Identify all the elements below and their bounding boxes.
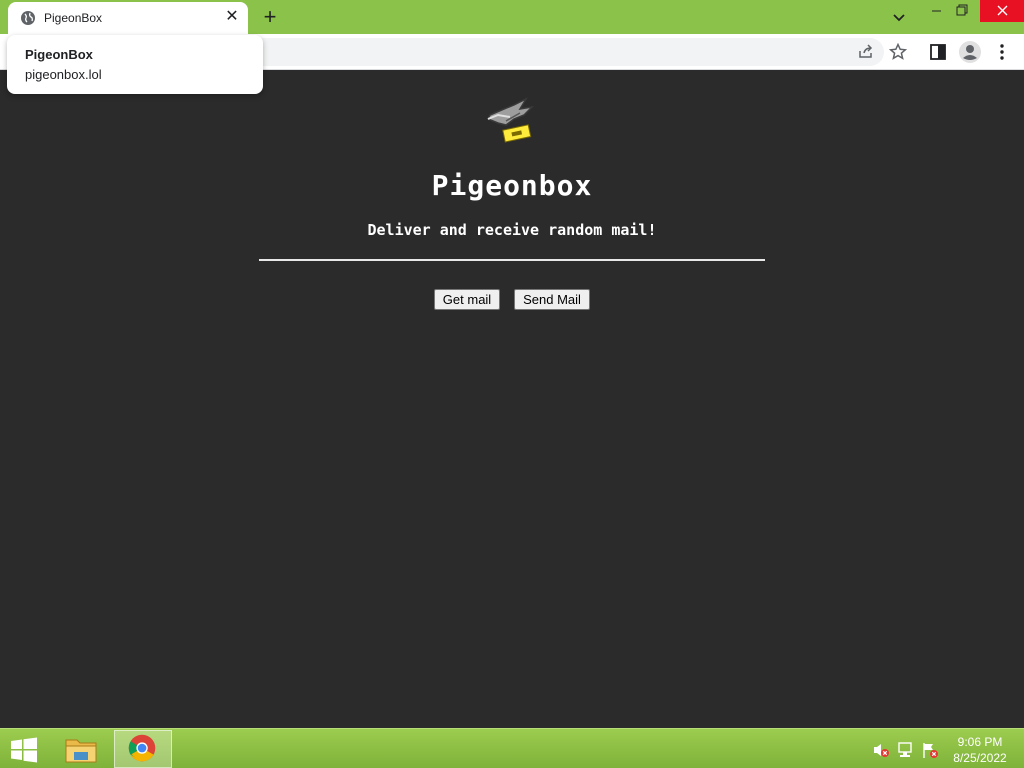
- close-icon: [997, 5, 1008, 16]
- side-panel-icon[interactable]: [928, 42, 948, 62]
- clock-date: 8/25/2022: [953, 751, 1007, 765]
- bookmark-star-icon[interactable]: [888, 42, 908, 62]
- page-title: Pigeonbox: [431, 169, 593, 202]
- tab-pigeonbox[interactable]: PigeonBox ✕: [8, 2, 248, 34]
- tagline: Deliver and receive random mail!: [367, 221, 657, 239]
- speaker-muted-icon[interactable]: [872, 741, 890, 759]
- restore-icon[interactable]: [950, 0, 974, 22]
- taskbar: 9:06 PM 8/25/2022: [0, 728, 1024, 768]
- minimize-icon[interactable]: [926, 0, 948, 22]
- tab-search-chevron-icon[interactable]: [888, 6, 910, 28]
- taskbar-clock[interactable]: 9:06 PM 8/25/2022: [940, 734, 1020, 766]
- globe-icon: [21, 11, 35, 25]
- tab-title: PigeonBox: [44, 11, 103, 25]
- hover-card-title: PigeonBox: [25, 47, 93, 62]
- get-mail-button[interactable]: Get mail: [434, 289, 500, 310]
- new-tab-button[interactable]: +: [258, 5, 282, 29]
- profile-avatar-icon[interactable]: [958, 40, 982, 64]
- windows-start-icon[interactable]: [10, 737, 38, 763]
- hover-card-url: pigeonbox.lol: [25, 67, 102, 82]
- tab-close-icon[interactable]: ✕: [222, 7, 242, 27]
- file-explorer-icon[interactable]: [60, 732, 102, 768]
- clock-time: 9:06 PM: [957, 735, 1003, 749]
- pigeon-logo: [486, 97, 535, 143]
- tab-strip: PigeonBox ✕ +: [0, 0, 1024, 34]
- share-icon[interactable]: [856, 42, 876, 62]
- window-close-button[interactable]: [980, 0, 1024, 22]
- tab-hover-card: PigeonBox pigeonbox.lol: [7, 35, 263, 94]
- divider: [259, 259, 765, 261]
- page-content: Pigeonbox Deliver and receive random mai…: [0, 71, 1024, 728]
- more-menu-icon[interactable]: [992, 42, 1012, 62]
- chrome-icon: [128, 734, 156, 762]
- action-center-flag-icon[interactable]: [921, 741, 939, 759]
- send-mail-button[interactable]: Send Mail: [514, 289, 590, 310]
- chrome-taskbar-button[interactable]: [114, 730, 172, 768]
- network-icon[interactable]: [897, 741, 915, 759]
